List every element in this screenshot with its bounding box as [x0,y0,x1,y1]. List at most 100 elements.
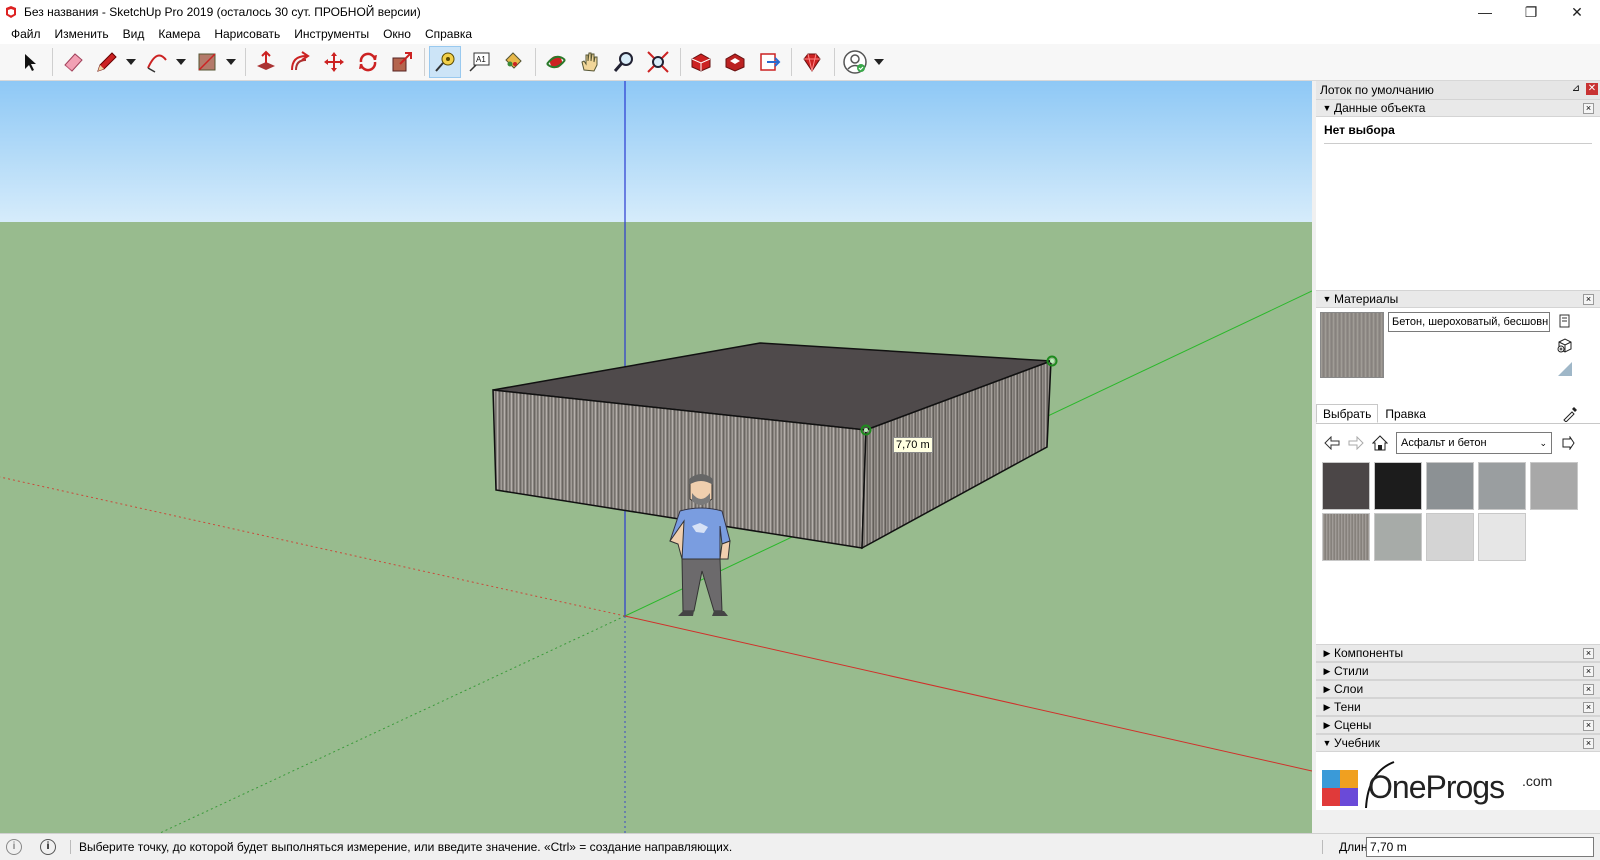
menu-view[interactable]: Вид [116,24,152,44]
menu-tools[interactable]: Инструменты [287,24,376,44]
back-arrow-icon[interactable] [1322,433,1342,453]
tab-select[interactable]: Выбрать [1316,404,1379,423]
scale-tool-button[interactable] [386,46,418,78]
pencil-tool-button[interactable] [91,46,123,78]
tray-close-button[interactable]: ✕ [1586,83,1598,95]
materials-body: Бетон, шероховатый, бесшовн Выбрать Прав… [1316,308,1600,644]
panel-close-icon[interactable]: × [1583,720,1594,731]
offset-tool-button[interactable] [284,46,316,78]
extension-manager-button[interactable] [796,46,828,78]
menu-help[interactable]: Справка [418,24,479,44]
current-material-swatch[interactable] [1320,312,1384,378]
move-tool-button[interactable] [318,46,350,78]
entity-info-body: Нет выбора [1316,117,1600,290]
rotate-tool-button[interactable] [352,46,384,78]
panel-instructor-header[interactable]: ▼ Учебник × [1316,734,1600,752]
panel-close-icon[interactable]: × [1583,684,1594,695]
tape-measure-tool-button[interactable] [429,46,461,78]
material-swatch[interactable] [1374,513,1422,561]
arc-tool-button[interactable] [141,46,173,78]
panel-title: Данные объекта [1334,101,1426,115]
material-name-field[interactable]: Бетон, шероховатый, бесшовн [1388,312,1550,332]
pencil-dropdown[interactable] [125,46,137,78]
modeling-viewport[interactable]: 7,70 m [0,81,1312,833]
panel-title: Стили [1334,664,1369,678]
shape-tool-button[interactable] [191,46,223,78]
restore-button[interactable]: ❐ [1508,0,1554,24]
menu-draw[interactable]: Нарисовать [207,24,287,44]
rotate-icon [359,52,377,72]
panel-layers-header[interactable]: ▶ Слои × [1316,680,1600,698]
shape-icon [198,53,216,71]
material-library-select[interactable]: Асфальт и бетон ⌄ [1396,432,1552,454]
status-message: Выберите точку, до которой будет выполня… [70,840,732,854]
measure-start-point-fill [1050,359,1054,363]
details-arrow-icon[interactable] [1558,433,1578,453]
minimize-button[interactable]: — [1462,0,1508,24]
push-pull-tool-button[interactable] [250,46,282,78]
sample-paint-icon[interactable] [1556,360,1574,378]
select-tool-button[interactable] [14,46,46,78]
menu-edit[interactable]: Изменить [48,24,116,44]
panel-shadows-header[interactable]: ▶ Тени × [1316,698,1600,716]
material-swatch[interactable] [1374,462,1422,510]
panel-close-icon[interactable]: × [1583,702,1594,713]
text-tool-button[interactable]: A1 [463,46,495,78]
eyedropper-icon[interactable] [1562,406,1578,422]
panel-scenes-header[interactable]: ▶ Сцены × [1316,716,1600,734]
extension-warehouse-button[interactable] [719,46,751,78]
tab-edit[interactable]: Правка [1378,404,1433,423]
menu-file[interactable]: Файл [4,24,48,44]
chevron-down-icon: ⌄ [1539,438,1547,448]
panel-entity-info-header[interactable]: ▼ Данные объекта × [1316,99,1600,117]
material-swatch[interactable] [1322,462,1370,510]
account-button[interactable] [839,46,871,78]
panel-styles-header[interactable]: ▶ Стили × [1316,662,1600,680]
warehouse-icon [691,53,711,72]
paint-bucket-tool-button[interactable] [497,46,529,78]
orbit-tool-button[interactable] [540,46,572,78]
instructor-body: OneProgs .com [1316,752,1600,810]
warehouse-button[interactable] [685,46,717,78]
measurements-input[interactable]: 7,70 m [1366,837,1594,857]
expand-triangle-icon: ▼ [1322,738,1332,748]
oneprogs-logo: OneProgs .com [1322,761,1552,809]
arc-dropdown[interactable] [175,46,187,78]
eraser-tool-button[interactable] [57,46,89,78]
menu-camera[interactable]: Камера [151,24,207,44]
panel-close-icon[interactable]: × [1583,738,1594,749]
account-dropdown[interactable] [873,46,885,78]
close-button[interactable]: ✕ [1554,0,1600,24]
info-icon[interactable]: i [40,839,56,855]
create-material-icon[interactable] [1556,336,1574,354]
material-swatch[interactable] [1530,462,1578,510]
pin-icon[interactable]: ⊿ [1570,83,1582,95]
panel-close-icon[interactable]: × [1583,666,1594,677]
material-swatch[interactable] [1322,513,1370,561]
material-swatch[interactable] [1426,513,1474,561]
geo-location-icon[interactable]: i [6,839,22,855]
svg-text:OneProgs: OneProgs [1368,769,1504,805]
zoom-tool-button[interactable] [608,46,640,78]
material-swatch[interactable] [1478,462,1526,510]
panel-components-header[interactable]: ▶ Компоненты × [1316,644,1600,662]
zoom-extents-tool-button[interactable] [642,46,674,78]
material-swatch[interactable] [1426,462,1474,510]
material-swatch[interactable] [1478,513,1526,561]
extension-manager-icon [803,53,821,72]
panel-close-icon[interactable]: × [1583,103,1594,114]
send-to-layout-button[interactable] [753,46,785,78]
panel-close-icon[interactable]: × [1583,294,1594,305]
shape-dropdown[interactable] [225,46,237,78]
home-icon[interactable] [1370,433,1390,453]
pan-tool-button[interactable] [574,46,606,78]
menu-window[interactable]: Окно [376,24,418,44]
forward-arrow-icon[interactable] [1346,433,1366,453]
collapse-triangle-icon: ▶ [1323,683,1331,694]
display-secondary-pane-icon[interactable] [1556,312,1574,330]
panel-close-icon[interactable]: × [1583,648,1594,659]
window-title: Без названия - SketchUp Pro 2019 (остало… [24,5,421,19]
measurement-tooltip: 7,70 m [893,437,933,453]
arc-icon [147,54,167,73]
panel-materials-header[interactable]: ▼ Материалы × [1316,290,1600,308]
